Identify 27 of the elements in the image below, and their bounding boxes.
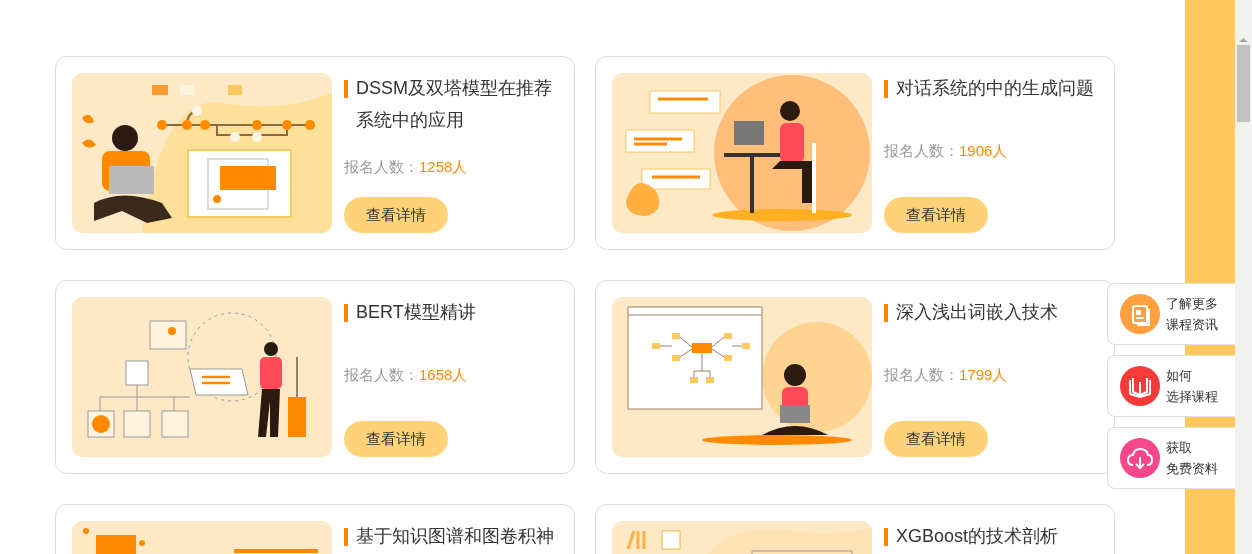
details-button[interactable]: 查看详情 xyxy=(344,421,448,457)
side-link[interactable]: 获取 免费资料 xyxy=(1107,427,1235,489)
enrollment-label: 报名人数： xyxy=(344,157,419,175)
side-link-text: 获取 xyxy=(1166,439,1193,457)
side-link-text: 如何 xyxy=(1166,367,1193,385)
side-link-text: 选择课程 xyxy=(1166,388,1218,406)
course-title: 基于知识图谱和图卷积神 xyxy=(356,525,554,548)
enrollment-label: 报名人数： xyxy=(884,365,959,383)
course-title: XGBoost的技术剖析 xyxy=(896,525,1059,548)
details-button[interactable]: 查看详情 xyxy=(344,197,448,233)
course-title: 深入浅出词嵌入技术 xyxy=(896,301,1058,324)
side-link[interactable]: 如何 选择课程 xyxy=(1107,355,1235,417)
side-link-text: 免费资料 xyxy=(1166,460,1218,478)
course-title: BERT模型精讲 xyxy=(356,301,476,324)
enrollment-label: 报名人数： xyxy=(344,365,419,383)
details-button[interactable]: 查看详情 xyxy=(884,197,988,233)
side-link[interactable]: 了解更多 课程资讯 xyxy=(1107,283,1235,345)
side-link-text: 课程资讯 xyxy=(1166,316,1218,334)
side-link-text: 了解更多 xyxy=(1166,295,1218,313)
enrollment-count: 1258人 xyxy=(419,157,468,175)
enrollment-count: 1799人 xyxy=(959,365,1008,383)
details-button[interactable]: 查看详情 xyxy=(884,421,988,457)
course-title: DSSM及双塔模型在推荐系统中的应用 xyxy=(356,77,553,132)
enrollment-count: 1658人 xyxy=(419,365,468,383)
enrollment-label: 报名人数： xyxy=(884,141,959,159)
course-title: 对话系统的中的生成问题 xyxy=(896,77,1094,100)
enrollment-count: 1906人 xyxy=(959,141,1008,159)
